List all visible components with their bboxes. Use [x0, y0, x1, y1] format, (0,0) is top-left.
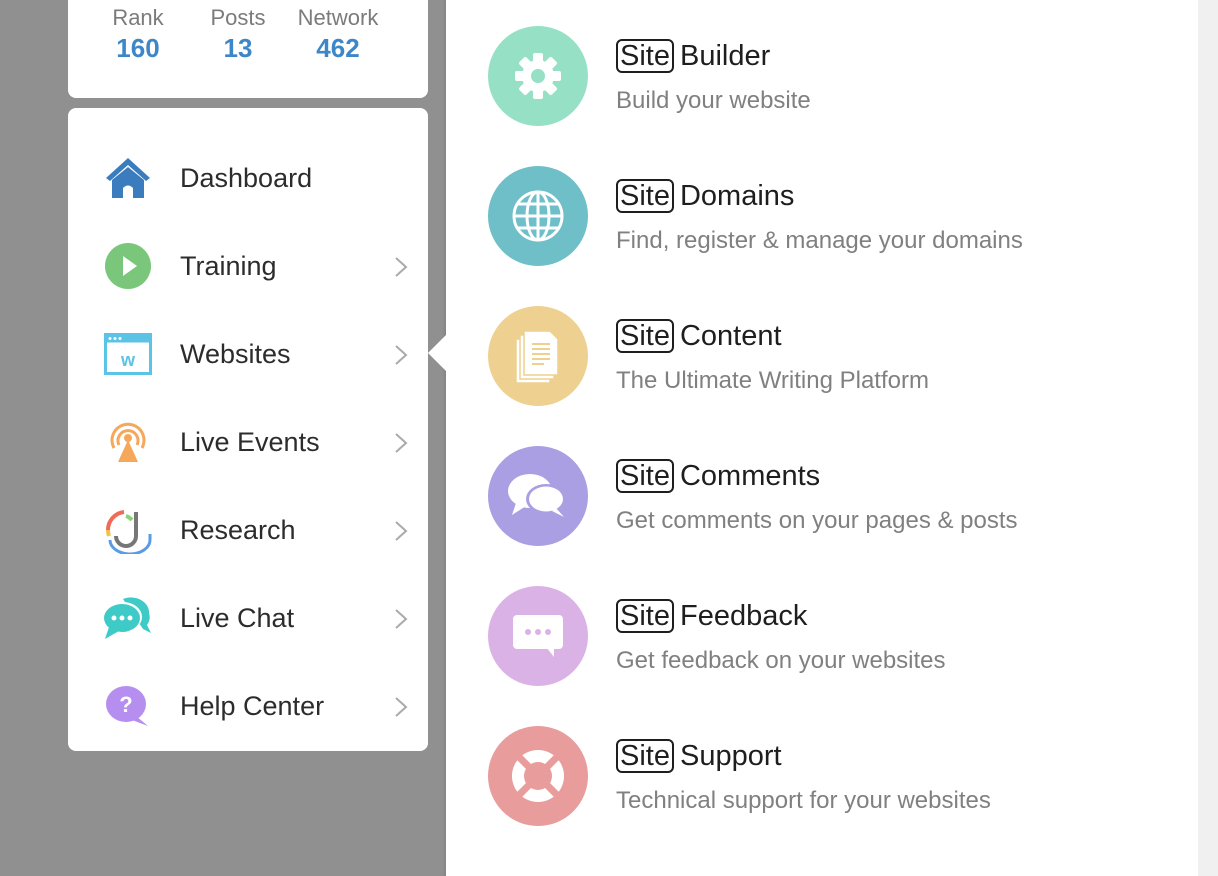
service-title: Site Support	[616, 738, 782, 774]
svg-text:w: w	[120, 350, 136, 370]
chevron-right-icon	[395, 257, 408, 277]
menu-item-label: Websites	[180, 339, 291, 369]
stats-card: Rank 160 Posts 13 Network 462	[68, 0, 428, 98]
stat-value: 462	[316, 33, 360, 63]
stat-value: 160	[116, 33, 160, 63]
service-title: Site Domains	[616, 178, 794, 214]
service-name: Feedback	[679, 600, 808, 632]
comments-icon	[488, 446, 588, 546]
lifebuoy-icon	[488, 726, 588, 826]
service-site-support[interactable]: Site Support Technical support for your w…	[488, 726, 1108, 826]
menu-item-label: Help Center	[180, 691, 325, 721]
brand-logo: Site	[616, 599, 674, 633]
menu-item-label: Live Events	[180, 427, 320, 457]
brand-logo: Site	[616, 459, 674, 493]
research-icon	[102, 506, 154, 554]
stat-rank[interactable]: Rank 160	[83, 4, 193, 64]
documents-icon	[488, 306, 588, 406]
brand-logo: Site	[616, 39, 674, 73]
service-description: Get comments on your pages & posts	[616, 507, 1018, 534]
chevron-right-icon	[395, 697, 408, 717]
broadcast-icon	[102, 418, 154, 466]
service-title: Site Feedback	[616, 598, 807, 634]
service-description: Build your website	[616, 87, 811, 114]
menu-item-live-chat[interactable]: Live Chat	[68, 574, 428, 662]
stat-label: Network	[297, 5, 379, 30]
chevron-right-icon	[395, 433, 408, 453]
service-description: Find, register & manage your domains	[616, 227, 1023, 254]
menu-item-dashboard[interactable]: Dashboard	[68, 134, 428, 222]
globe-icon	[488, 166, 588, 266]
main-menu: Dashboard Training w Websites Live Event…	[68, 108, 428, 751]
chevron-right-icon	[395, 345, 408, 365]
service-name: Content	[679, 320, 782, 352]
panel-pointer	[428, 333, 448, 373]
service-title: Site Comments	[616, 458, 820, 494]
brand-logo: Site	[616, 179, 674, 213]
stat-label: Posts	[210, 5, 266, 30]
help-icon: ?	[102, 682, 154, 730]
menu-item-label: Research	[180, 515, 296, 545]
service-title: Site Builder	[616, 38, 770, 74]
service-description: Technical support for your websites	[616, 787, 991, 814]
service-title: Site Content	[616, 318, 782, 354]
menu-item-training[interactable]: Training	[68, 222, 428, 310]
svg-text:?: ?	[119, 692, 132, 717]
service-site-builder[interactable]: Site Builder Build your website	[488, 26, 1108, 126]
chat-icon	[102, 594, 154, 642]
menu-item-label: Training	[180, 251, 277, 281]
service-name: Comments	[679, 460, 821, 492]
service-site-comments[interactable]: Site Comments Get comments on your pages …	[488, 446, 1108, 546]
stat-label: Rank	[112, 5, 164, 30]
feedback-icon	[488, 586, 588, 686]
chevron-right-icon	[395, 609, 408, 629]
service-site-feedback[interactable]: Site Feedback Get feedback on your websit…	[488, 586, 1108, 686]
chevron-right-icon	[395, 521, 408, 541]
play-icon	[102, 242, 154, 290]
menu-item-label: Dashboard	[180, 163, 313, 193]
page-edge	[1198, 0, 1218, 876]
brand-logo: Site	[616, 319, 674, 353]
stat-network[interactable]: Network 462	[283, 4, 393, 64]
service-name: Builder	[679, 40, 771, 72]
menu-item-research[interactable]: Research	[68, 486, 428, 574]
stat-value: 13	[223, 33, 253, 63]
menu-item-websites[interactable]: w Websites	[68, 310, 428, 398]
service-description: Get feedback on your websites	[616, 647, 946, 674]
menu-item-label: Live Chat	[180, 603, 295, 633]
service-name: Support	[679, 740, 782, 772]
service-site-domains[interactable]: Site Domains Find, register & manage your…	[488, 166, 1108, 266]
menu-item-help-center[interactable]: ? Help Center	[68, 662, 428, 750]
home-icon	[102, 154, 154, 202]
service-description: The Ultimate Writing Platform	[616, 367, 929, 394]
brand-logo: Site	[616, 739, 674, 773]
gear-icon	[488, 26, 588, 126]
service-site-content[interactable]: Site Content The Ultimate Writing Platfor…	[488, 306, 1108, 406]
website-icon: w	[102, 330, 154, 378]
stat-posts[interactable]: Posts 13	[183, 4, 293, 64]
service-name: Domains	[679, 180, 795, 212]
menu-item-live-events[interactable]: Live Events	[68, 398, 428, 486]
